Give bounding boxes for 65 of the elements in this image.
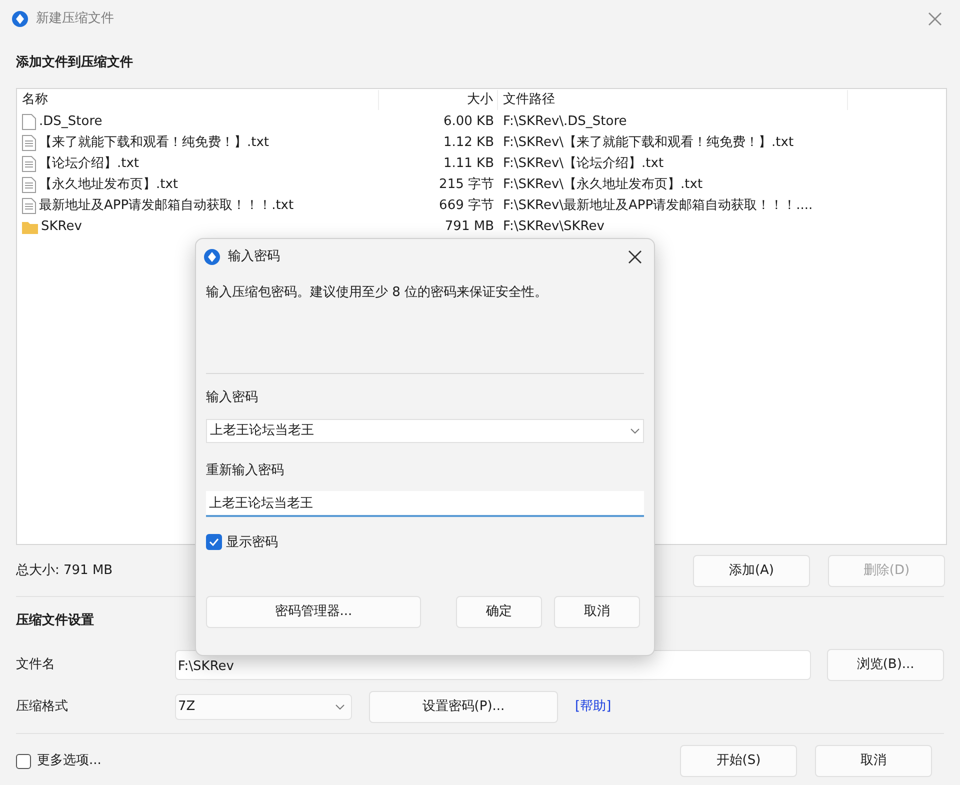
- file-row[interactable]: .DS_Store 6.00 KB F:\SKRev\.DS_Store: [17, 111, 946, 132]
- chevron-down-icon: [630, 428, 640, 434]
- column-header[interactable]: 名称: [17, 90, 379, 110]
- file-name: 最新地址及APP请发邮箱自动获取！！！.txt: [39, 196, 294, 215]
- file-name: 【来了就能下载和观看！纯免费！】.txt: [39, 134, 270, 152]
- file-path: F:\SKRev\【论坛介绍】.txt: [502, 154, 664, 173]
- file-row[interactable]: 最新地址及APP请发邮箱自动获取！！！.txt 669 字节 F:\SKRev\最新地址及APP请发邮箱自动获取！！！....: [17, 195, 946, 216]
- file-path: F:\SKRev\【永久地址发布页】.txt: [502, 176, 703, 194]
- column-header[interactable]: 文件路径: [498, 90, 848, 110]
- file-row[interactable]: 【永久地址发布页】.txt 215 字节 F:\SKRev\【永久地址发布页】.txt: [17, 174, 946, 195]
- footer-button[interactable]: 取消: [815, 745, 932, 777]
- file-size: 6.00 KB: [442, 112, 495, 131]
- file-size: 1.12 KB: [442, 134, 495, 152]
- show-password-label: 显示密码: [226, 534, 278, 552]
- app-icon: [204, 249, 220, 265]
- cancel-button[interactable]: 取消: [554, 596, 640, 628]
- close-icon[interactable]: [628, 250, 642, 264]
- field-label: 文件名: [16, 656, 56, 674]
- app-icon: [12, 11, 28, 27]
- section-title: 添加文件到压缩文件: [16, 54, 133, 72]
- set-password-button[interactable]: 设置密码(P)...: [369, 691, 558, 723]
- file-size: 215 字节: [438, 176, 495, 194]
- column-header[interactable]: 大小: [379, 90, 498, 110]
- show-password-checkbox[interactable]: [206, 534, 222, 550]
- field-label: 压缩格式: [16, 698, 69, 716]
- folder-icon: [22, 220, 38, 234]
- file-icon: [22, 114, 36, 130]
- file-row[interactable]: 【来了就能下载和观看！纯免费！】.txt 1.12 KB F:\SKRev\【来了就能下载和观看！纯免费！】.txt: [17, 132, 946, 153]
- text-file-icon: [22, 176, 36, 192]
- footer-button[interactable]: 开始(S): [680, 745, 797, 777]
- field-label: 重新输入密码: [206, 462, 285, 480]
- text-file-icon: [22, 156, 36, 172]
- more-options-checkbox[interactable]: [16, 754, 31, 768]
- file-size: 669 字节: [438, 196, 495, 215]
- section-title: 压缩文件设置: [16, 612, 94, 630]
- format-select[interactable]: 7Z: [175, 694, 352, 720]
- dialog-title: 输入密码: [228, 248, 280, 266]
- file-path: F:\SKRev\.DS_Store: [502, 112, 627, 131]
- dialog-description: 输入压缩包密码。建议使用至少 8 位的密码来保证安全性。: [206, 284, 549, 302]
- file-name: 【永久地址发布页】.txt: [39, 176, 178, 194]
- list-button[interactable]: 添加(A): [693, 554, 810, 586]
- check-icon: [209, 538, 219, 546]
- ok-button[interactable]: 确定: [456, 596, 542, 628]
- file-row[interactable]: SKRev 791 MB F:\SKRev\SKRev: [17, 216, 946, 237]
- file-name: .DS_Store: [39, 112, 102, 131]
- file-size: 1.11 KB: [442, 154, 495, 173]
- text-file-icon: [22, 134, 36, 150]
- file-path: F:\SKRev\最新地址及APP请发邮箱自动获取！！！....: [502, 196, 813, 215]
- more-options-label: 更多选项...: [37, 752, 102, 770]
- text-file-icon: [22, 198, 36, 214]
- file-path: F:\SKRev\SKRev: [502, 218, 604, 236]
- password-combo[interactable]: 上老王论坛当老王: [206, 419, 644, 443]
- help-link[interactable]: [帮助]: [575, 697, 612, 717]
- total-size: 总大小: 791 MB: [16, 562, 113, 580]
- password-manager-button[interactable]: 密码管理器...: [206, 596, 421, 628]
- file-size: 791 MB: [444, 218, 495, 236]
- field-label: 输入密码: [206, 388, 259, 406]
- browse-button[interactable]: 浏览(B)...: [827, 649, 944, 681]
- file-row[interactable]: 【论坛介绍】.txt 1.11 KB F:\SKRev\【论坛介绍】.txt: [17, 153, 946, 174]
- chevron-down-icon: [335, 704, 345, 710]
- file-name: 【论坛介绍】.txt: [39, 154, 140, 173]
- confirm-password-field[interactable]: 上老王论坛当老王: [206, 490, 644, 516]
- file-name: SKRev: [41, 218, 82, 236]
- file-path: F:\SKRev\【来了就能下载和观看！纯免费！】.txt: [502, 134, 794, 152]
- window-title: 新建压缩文件: [36, 10, 114, 28]
